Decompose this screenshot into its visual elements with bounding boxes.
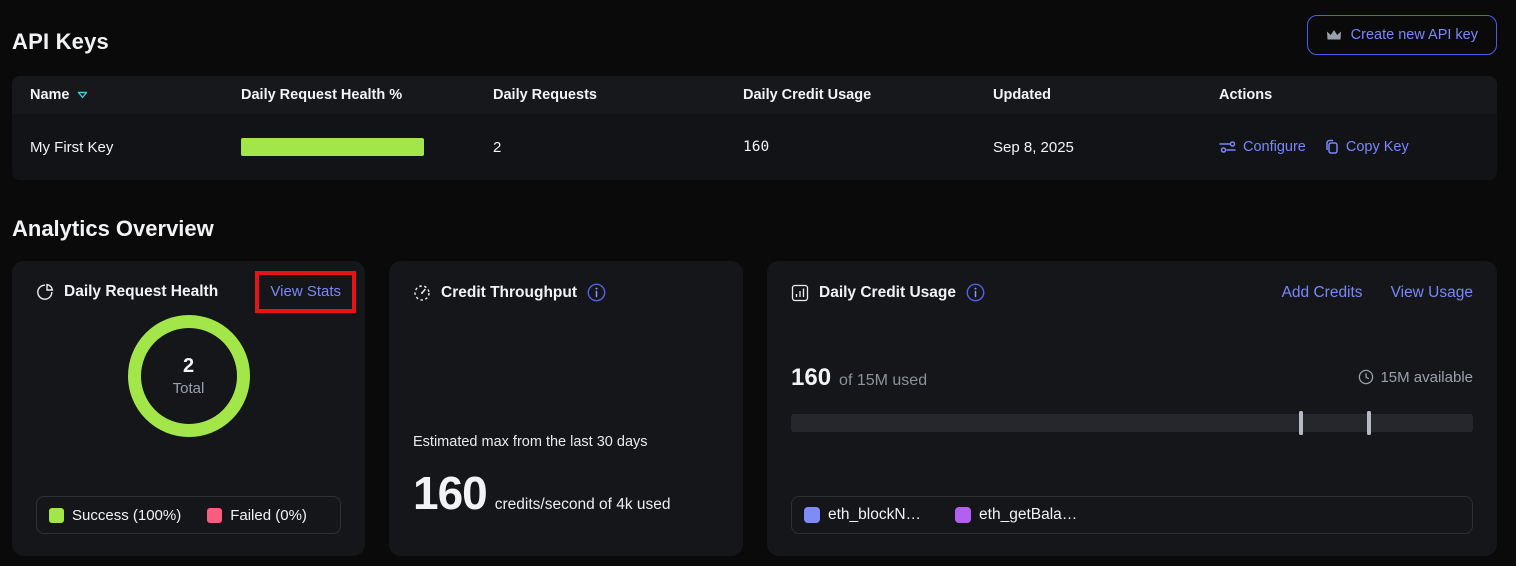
health-percent-bar bbox=[241, 138, 424, 156]
throughput-subtitle: Estimated max from the last 30 days bbox=[413, 434, 719, 450]
daily-credit-usage-card: Daily Credit Usage Add Credits View Usag… bbox=[767, 261, 1497, 556]
page-title: API Keys bbox=[12, 29, 109, 55]
column-header-updated: Updated bbox=[993, 87, 1219, 103]
view-stats-link[interactable]: View Stats bbox=[270, 283, 341, 300]
eth-getbalance-swatch bbox=[955, 507, 971, 523]
legend-item-success: Success (100%) bbox=[49, 507, 181, 524]
usage-card-title: Daily Credit Usage bbox=[819, 284, 956, 302]
key-name: My First Key bbox=[30, 139, 241, 156]
credit-throughput-card: Credit Throughput Estimated max from the… bbox=[389, 261, 743, 556]
key-updated-date: Sep 8, 2025 bbox=[993, 139, 1219, 156]
throughput-card-title: Credit Throughput bbox=[441, 284, 577, 302]
failed-swatch bbox=[207, 508, 222, 523]
usage-legend: eth_blockN… eth_getBala… bbox=[791, 496, 1473, 534]
sort-chevron-icon[interactable] bbox=[77, 91, 88, 99]
topbar: API Keys Create new API key bbox=[12, 15, 1497, 55]
create-new-api-key-button[interactable]: Create new API key bbox=[1307, 15, 1497, 55]
sliders-icon bbox=[1219, 140, 1236, 154]
add-credits-link[interactable]: Add Credits bbox=[1282, 284, 1363, 302]
health-card-title: Daily Request Health bbox=[64, 283, 218, 301]
table-row: My First Key 2 160 Sep 8, 2025 Configure bbox=[12, 114, 1497, 180]
progress-marker bbox=[1367, 411, 1371, 435]
key-health-cell bbox=[241, 138, 493, 156]
pie-chart-icon bbox=[36, 283, 54, 301]
annotation-highlight: View Stats bbox=[255, 271, 356, 313]
key-daily-requests: 2 bbox=[493, 139, 743, 156]
api-keys-page: API Keys Create new API key Name Daily R… bbox=[0, 0, 1516, 566]
credits-available: 15M available bbox=[1358, 369, 1473, 386]
column-header-credit-usage: Daily Credit Usage bbox=[743, 87, 993, 103]
legend-item-eth-getbalance: eth_getBala… bbox=[955, 506, 1077, 524]
copy-key-button[interactable]: Copy Key bbox=[1324, 139, 1409, 155]
key-actions-cell: Configure Copy Key bbox=[1219, 139, 1497, 155]
column-header-health: Daily Request Health % bbox=[241, 87, 493, 103]
copy-icon bbox=[1324, 139, 1339, 155]
create-new-api-key-label: Create new API key bbox=[1351, 27, 1478, 43]
column-header-actions: Actions bbox=[1219, 87, 1497, 103]
credits-used-suffix: of 15M used bbox=[839, 372, 927, 390]
info-icon[interactable] bbox=[966, 283, 985, 302]
throughput-suffix: credits/second of 4k used bbox=[495, 496, 671, 514]
table-header-row: Name Daily Request Health % Daily Reques… bbox=[12, 76, 1497, 114]
clock-icon bbox=[1358, 369, 1374, 385]
donut-total-value: 2 bbox=[183, 355, 194, 378]
health-donut-chart: 2 Total bbox=[128, 315, 250, 437]
bar-chart-icon bbox=[791, 284, 809, 302]
throughput-value: 160 bbox=[413, 466, 487, 520]
crown-icon bbox=[1326, 28, 1342, 42]
gauge-icon bbox=[413, 284, 431, 302]
key-daily-credit-usage: 160 bbox=[743, 139, 993, 155]
legend-item-failed: Failed (0%) bbox=[207, 507, 307, 524]
eth-blocknumber-swatch bbox=[804, 507, 820, 523]
analytics-cards: Daily Request Health View Stats 2 Total … bbox=[12, 261, 1497, 556]
daily-request-health-card: Daily Request Health View Stats 2 Total … bbox=[12, 261, 365, 556]
column-header-name[interactable]: Name bbox=[30, 87, 241, 103]
configure-button[interactable]: Configure bbox=[1219, 139, 1306, 155]
api-keys-table: Name Daily Request Health % Daily Reques… bbox=[12, 76, 1497, 180]
credits-used-value: 160 bbox=[791, 364, 831, 392]
analytics-overview-title: Analytics Overview bbox=[12, 216, 1497, 242]
legend-item-eth-blocknumber: eth_blockN… bbox=[804, 506, 921, 524]
column-header-requests: Daily Requests bbox=[493, 87, 743, 103]
health-legend: Success (100%) Failed (0%) bbox=[36, 496, 341, 534]
info-icon[interactable] bbox=[587, 283, 606, 302]
view-usage-link[interactable]: View Usage bbox=[1391, 284, 1473, 302]
progress-marker bbox=[1299, 411, 1303, 435]
success-swatch bbox=[49, 508, 64, 523]
credit-usage-progress-bar bbox=[791, 414, 1473, 432]
donut-total-label: Total bbox=[173, 380, 205, 397]
